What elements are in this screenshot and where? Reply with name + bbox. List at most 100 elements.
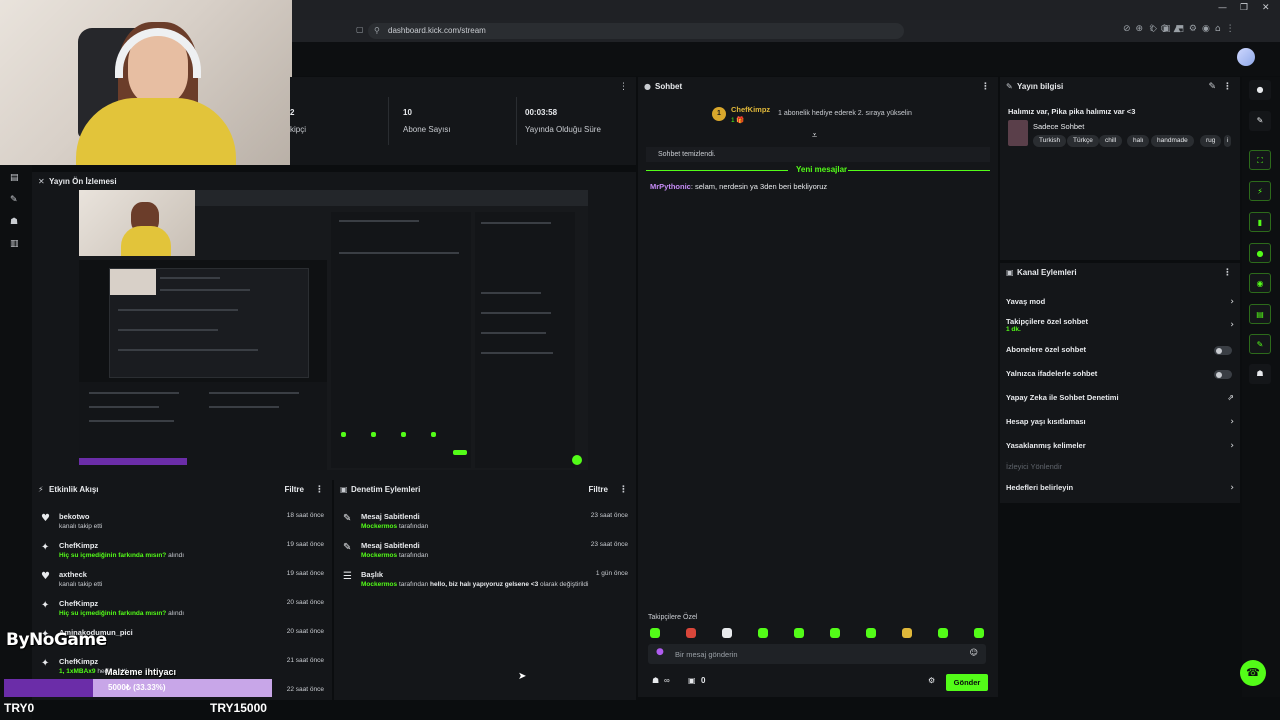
moderation-header: ▣ Denetim Eylemleri Filtre ⋮: [334, 480, 636, 500]
moderation-actor[interactable]: Mockermos: [361, 523, 397, 530]
stream-preview-video[interactable]: [79, 190, 588, 470]
mic-icon[interactable]: ●: [656, 647, 664, 657]
ai-moderation-label: Yapay Zeka ile Sohbet Denetimi: [1006, 393, 1119, 402]
storage-icon[interactable]: ▤: [1249, 304, 1271, 324]
list-item[interactable]: ✎ Mesaj Sabitlendi Mockermos tarafından …: [334, 509, 636, 538]
gift-leaderboard[interactable]: 1 ChefKimpz 1 🎁 1 abonelik hediye ederek…: [712, 101, 972, 127]
moderation-detail: Mockermos tarafından: [361, 552, 428, 559]
subs-chat-toggle[interactable]: [1214, 346, 1232, 355]
list-item[interactable]: ✎ Mesaj Sabitlendi Mockermos tarafından …: [334, 538, 636, 567]
emote-button[interactable]: [794, 628, 804, 638]
targets-item[interactable]: Hedefleri belirleyin ›: [1006, 483, 1234, 493]
store-icon[interactable]: ▣: [688, 676, 696, 685]
list-item[interactable]: ✦ ChefKimpz Hiç su içmediğinin farkında …: [32, 538, 332, 567]
tag-chip[interactable]: chill: [1099, 135, 1123, 147]
gear-icon[interactable]: ⚙: [928, 676, 935, 685]
maximize-icon[interactable]: ❐: [1240, 3, 1248, 13]
users-icon[interactable]: ☗: [1249, 364, 1271, 384]
expand-icon[interactable]: ⛶: [1249, 150, 1271, 170]
list-item[interactable]: ✦ ChefKimpz Hiç su içmediğinin farkında …: [32, 596, 332, 625]
community-icon[interactable]: ☗: [10, 217, 18, 227]
broadcast-icon[interactable]: ◉: [1249, 273, 1271, 293]
emote-button[interactable]: [830, 628, 840, 638]
tag-chip[interactable]: i: [1224, 135, 1232, 147]
channel-actions-title: Kanal Eylemleri: [1017, 268, 1077, 277]
followers-chat-item[interactable]: Takipçilere özel sohbet 1 dk. ›: [1006, 317, 1234, 333]
url-field[interactable]: ⚲ dashboard.kick.com/stream: [368, 23, 904, 39]
chat-menu-icon[interactable]: ⋮: [981, 77, 990, 97]
list-item[interactable]: ☰ Başlık Mockermos tarafından hello, biz…: [334, 567, 636, 596]
activity-username[interactable]: ChefKimpz: [59, 599, 98, 608]
emote-button[interactable]: [866, 628, 876, 638]
tag-chip[interactable]: Turkish: [1033, 135, 1067, 147]
avatar[interactable]: [1237, 48, 1255, 66]
dashboard-icon[interactable]: ▤: [10, 173, 19, 183]
preview-nested-stream: [79, 260, 327, 382]
extension-icons[interactable]: ◇▣⬒⚙◉⌂⋮: [1150, 24, 1240, 34]
tag-chip[interactable]: halı: [1127, 135, 1150, 147]
tag-chip[interactable]: handmade: [1151, 135, 1194, 147]
activity-menu-icon[interactable]: ⋮: [315, 480, 324, 500]
emote-button[interactable]: [650, 628, 660, 638]
site-info-icon[interactable]: ⚲: [374, 23, 380, 39]
leader-username[interactable]: ChefKimpz: [731, 105, 770, 114]
list-item[interactable]: ♥ axtheck kanalı takip etti 19 saat önce: [32, 567, 332, 596]
account-age-item[interactable]: Hesap yaşı kısıtlaması ›: [1006, 417, 1234, 427]
emoji-icon[interactable]: ☺: [970, 648, 978, 657]
moderation-menu-icon[interactable]: ⋮: [619, 480, 628, 500]
wrench-icon[interactable]: ✎: [1249, 334, 1271, 354]
bookmark-icon[interactable]: ▢: [356, 25, 364, 34]
emote-button[interactable]: [758, 628, 768, 638]
tag-chip[interactable]: Türkçe: [1067, 135, 1099, 147]
activity-username[interactable]: ChefKimpz: [59, 657, 98, 666]
panel-icon[interactable]: ▮: [1249, 212, 1271, 232]
pencil-icon[interactable]: ✎: [1249, 111, 1271, 131]
help-circle-icon[interactable]: ●: [1249, 80, 1271, 100]
activity-filter-button[interactable]: Filtre: [284, 480, 304, 500]
activity-time: 21 saat önce: [286, 657, 324, 664]
collapse-icon[interactable]: ⩡: [812, 131, 817, 141]
banned-words-item[interactable]: Yasaklanmış kelimeler ›: [1006, 441, 1234, 451]
chat-username[interactable]: MrPythonic: [650, 182, 691, 191]
chat-icon[interactable]: ●: [1249, 243, 1271, 263]
emote-button[interactable]: [974, 628, 984, 638]
stats-icon[interactable]: ▥: [10, 239, 19, 249]
activity-username[interactable]: axtheck: [59, 570, 87, 579]
activity-username[interactable]: bekotwo: [59, 512, 89, 521]
emotes-chat-item[interactable]: Yalnızca ifadelerle sohbet: [1006, 369, 1234, 379]
stream-info-menu-icon[interactable]: ⋮: [1223, 77, 1232, 97]
slow-mode-item[interactable]: Yavaş mod ›: [1006, 297, 1234, 307]
stats-menu-icon[interactable]: ⋮: [619, 77, 628, 97]
activity-reward: Hiç su içmediğinin farkında mısın?: [59, 610, 167, 617]
chat-cleared-notice: Sohbet temizlendi.: [646, 147, 990, 162]
chat-message[interactable]: MrPythonic: selam, nerdesin ya 3den beri…: [650, 182, 827, 191]
send-button[interactable]: Gönder: [946, 674, 988, 691]
channel-actions-menu-icon[interactable]: ⋮: [1223, 263, 1232, 283]
list-item[interactable]: ♥ bekotwo kanalı takip etti 18 saat önce: [32, 509, 332, 538]
preview-line: [118, 349, 258, 351]
wrench-icon[interactable]: ✎: [10, 195, 18, 205]
emote-button[interactable]: [902, 628, 912, 638]
moderation-filter-button[interactable]: Filtre: [588, 480, 608, 500]
edit-icon[interactable]: ✎: [1208, 77, 1216, 97]
close-icon[interactable]: ✕: [1262, 3, 1270, 13]
support-chat-button[interactable]: ☎: [1240, 660, 1266, 686]
moderation-actor[interactable]: Mockermos: [361, 581, 397, 588]
minimize-icon[interactable]: —: [1218, 3, 1227, 13]
activity-username[interactable]: ChefKimpz: [59, 541, 98, 550]
emotes-chat-toggle[interactable]: [1214, 370, 1232, 379]
users-icon[interactable]: ☗: [652, 676, 659, 685]
tag-chip[interactable]: rug: [1200, 135, 1222, 147]
category-name[interactable]: Sadece Sohbet: [1033, 122, 1084, 131]
subs-value: 10: [403, 108, 412, 117]
chat-input[interactable]: [675, 647, 955, 661]
moderation-panel: ▣ Denetim Eylemleri Filtre ⋮ ✎ Mesaj Sab…: [334, 480, 636, 700]
emote-button[interactable]: [938, 628, 948, 638]
emote-button[interactable]: [686, 628, 696, 638]
emote-button[interactable]: [722, 628, 732, 638]
ai-moderation-item[interactable]: Yapay Zeka ile Sohbet Denetimi ⇗: [1006, 393, 1234, 402]
moderation-actor[interactable]: Mockermos: [361, 552, 397, 559]
bolt-icon[interactable]: ⚡: [1249, 181, 1271, 201]
subs-chat-item[interactable]: Abonelere özel sohbet: [1006, 345, 1234, 355]
stat-divider: [516, 97, 517, 145]
